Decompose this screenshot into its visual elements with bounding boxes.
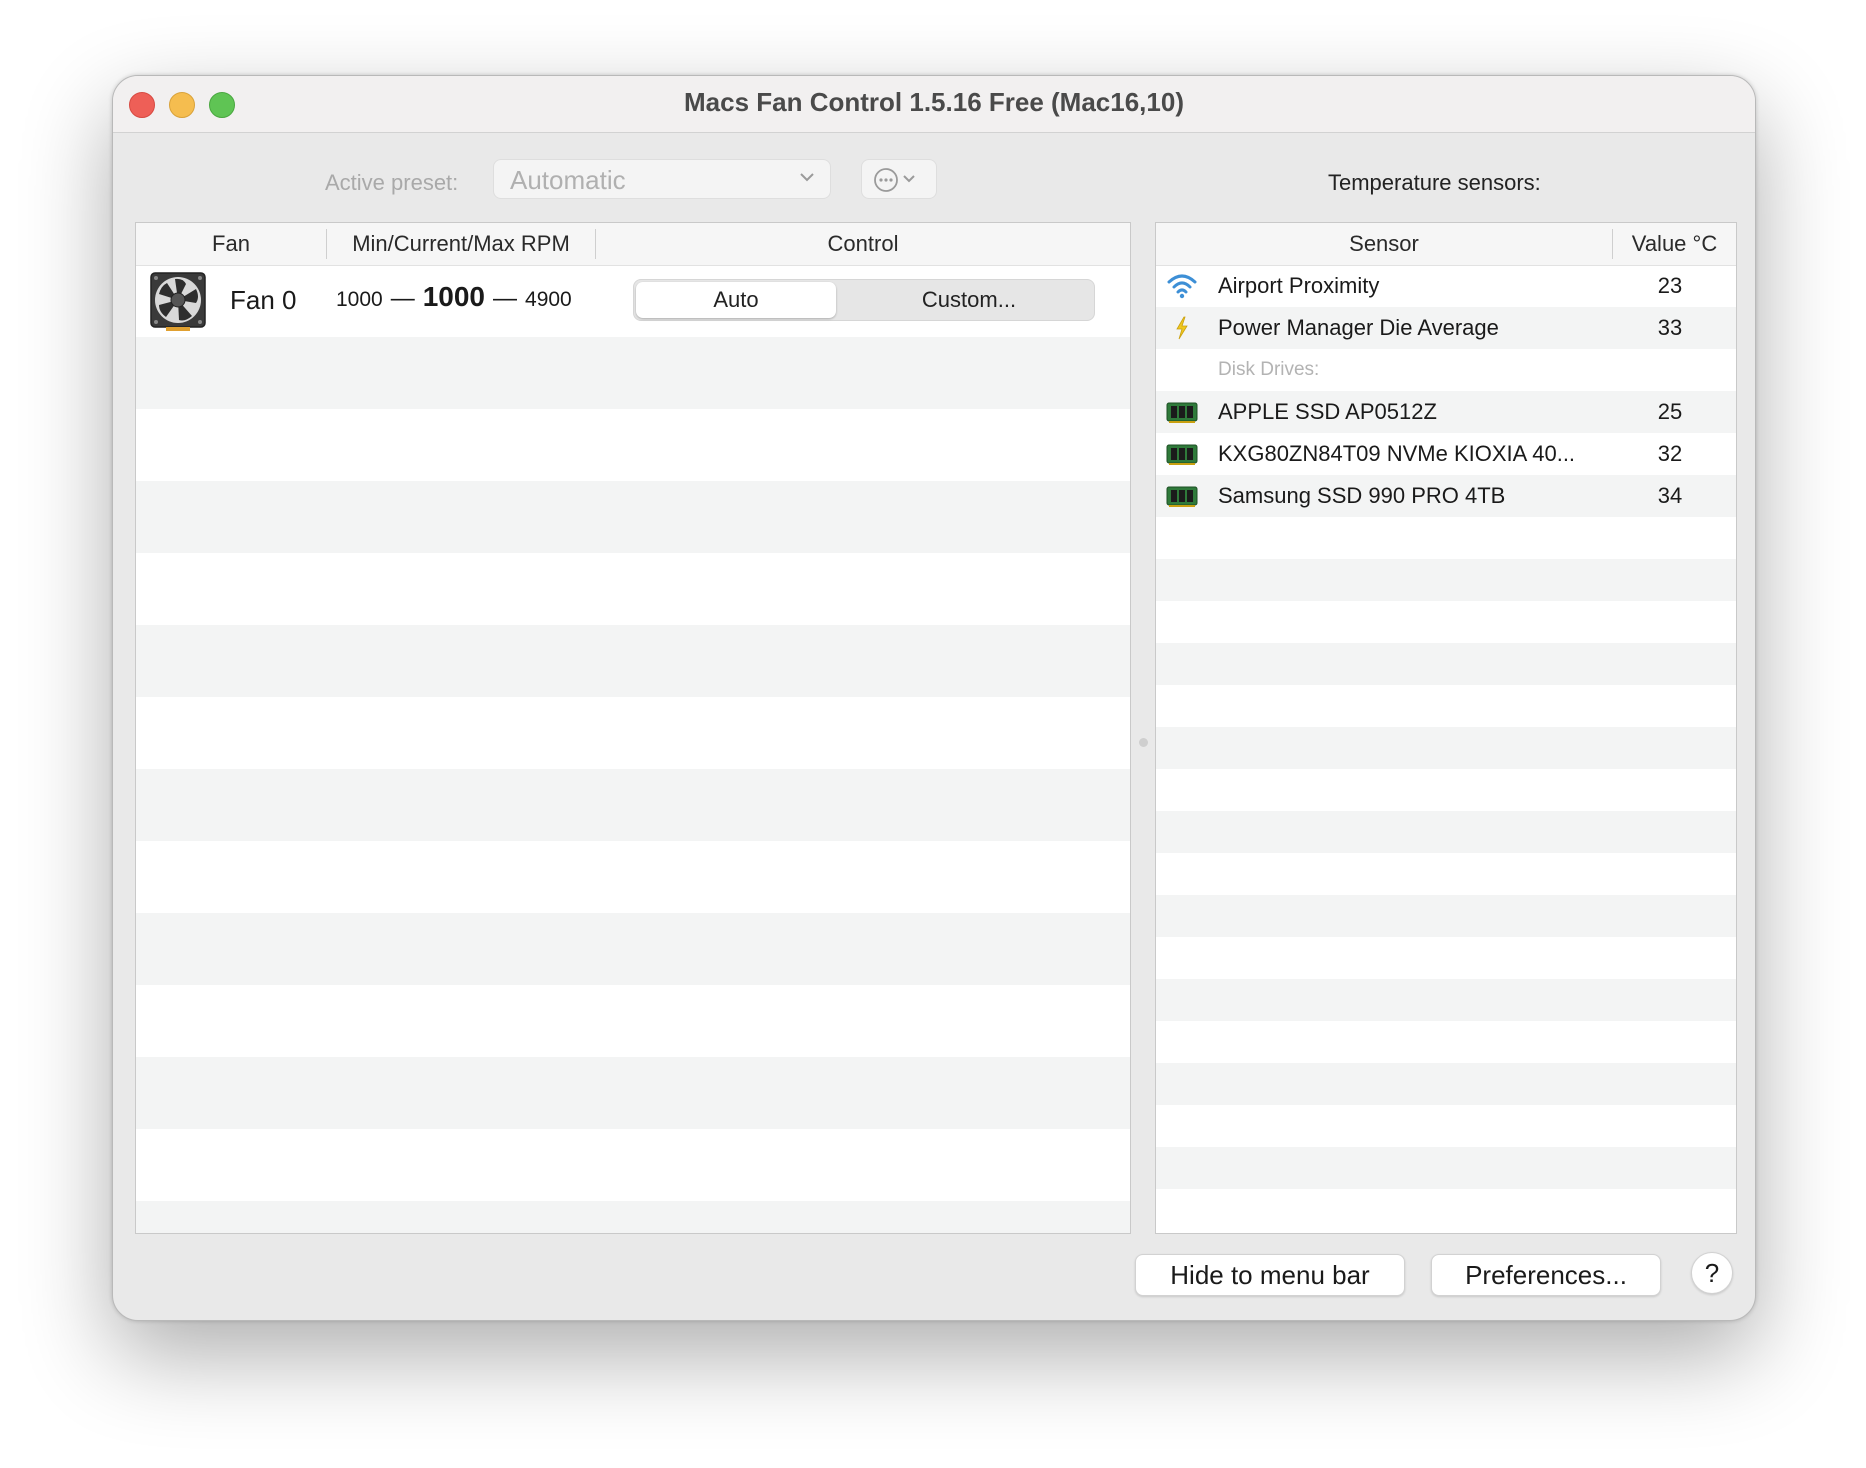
table-row[interactable]: KXG80ZN84T09 NVMe KIOXIA 40... 32 [1156,433,1736,475]
title-bar: Macs Fan Control 1.5.16 Free (Mac16,10) [113,76,1755,133]
fan-table-rows [136,265,1130,1233]
sensor-name: Samsung SSD 990 PRO 4TB [1218,483,1506,508]
hide-to-menu-bar-button[interactable]: Hide to menu bar [1135,1254,1405,1296]
table-row[interactable]: Fan 0 1000 — 1000 — 4900 Auto Custom... [136,265,1130,337]
drive-chip-icon [1166,486,1198,507]
sensor-value: 23 [1657,273,1683,298]
control-custom-button[interactable]: Custom... [844,282,1094,318]
disk-drives-label: Disk Drives: [1218,359,1320,380]
fan-current-rpm: 1000 [422,281,486,312]
sensor-value: 32 [1657,441,1683,466]
table-row[interactable]: Airport Proximity 23 [1156,265,1736,307]
table-row[interactable]: Samsung SSD 990 PRO 4TB 34 [1156,475,1736,517]
sensor-value: 33 [1657,315,1683,340]
fan-icon [150,272,206,331]
fan-rpm: 1000 — 1000 — 4900 [336,281,572,313]
active-preset-label: Active preset: [325,170,459,195]
ellipsis-circle-icon [874,168,915,192]
fan-control-segmented: Auto Custom... [633,279,1095,321]
sensor-table: Sensor Value °C Airport Proximity 23 Pow… [1155,222,1737,1234]
fan-table-header: Fan Min/Current/Max RPM Control [136,223,1130,266]
column-header-rpm[interactable]: Min/Current/Max RPM [327,231,595,257]
fan-min-rpm: 1000 [336,288,383,311]
sensor-value: 34 [1657,483,1683,508]
fan-max-rpm: 4900 [525,288,572,311]
sensor-value: 25 [1657,399,1683,424]
column-header-fan[interactable]: Fan [136,231,326,257]
chevron-down-icon [903,175,915,183]
active-preset-select[interactable]: Automatic [493,159,831,199]
fan-name: Fan 0 [230,285,297,315]
table-row[interactable]: Power Manager Die Average 33 [1156,307,1736,349]
sensor-name: APPLE SSD AP0512Z [1218,399,1437,424]
sensor-name: Power Manager Die Average [1218,315,1499,340]
app-window: Macs Fan Control 1.5.16 Free (Mac16,10) … [112,75,1756,1321]
active-preset-value: Automatic [510,165,626,195]
fan-table: Fan Min/Current/Max RPM Control Fan 0 10… [135,222,1131,1234]
drive-chip-icon [1166,402,1198,423]
rpm-separator: — [493,285,518,312]
drive-chip-icon [1166,444,1198,465]
divider-handle[interactable] [1139,738,1148,747]
help-button[interactable]: ? [1691,1252,1733,1294]
preferences-button[interactable]: Preferences... [1431,1254,1661,1296]
lightning-icon [1176,316,1188,340]
sensor-table-header: Sensor Value °C [1156,223,1736,266]
column-header-value[interactable]: Value °C [1613,231,1736,257]
sensor-group-header: Disk Drives: [1156,349,1736,391]
control-auto-button[interactable]: Auto [636,282,836,318]
window-title: Macs Fan Control 1.5.16 Free (Mac16,10) [684,87,1184,117]
rpm-separator: — [390,285,415,312]
preset-actions-button[interactable] [861,159,937,199]
sensor-name: Airport Proximity [1218,273,1380,298]
column-header-control[interactable]: Control [596,231,1130,257]
column-header-sensor[interactable]: Sensor [1156,231,1612,257]
temperature-sensors-title: Temperature sensors: [1328,170,1541,195]
table-row[interactable]: APPLE SSD AP0512Z 25 [1156,391,1736,433]
wifi-icon [1167,274,1197,299]
sensor-name: KXG80ZN84T09 NVMe KIOXIA 40... [1218,441,1576,466]
split-view-divider[interactable] [1133,222,1153,1234]
chevron-down-icon [800,173,814,182]
